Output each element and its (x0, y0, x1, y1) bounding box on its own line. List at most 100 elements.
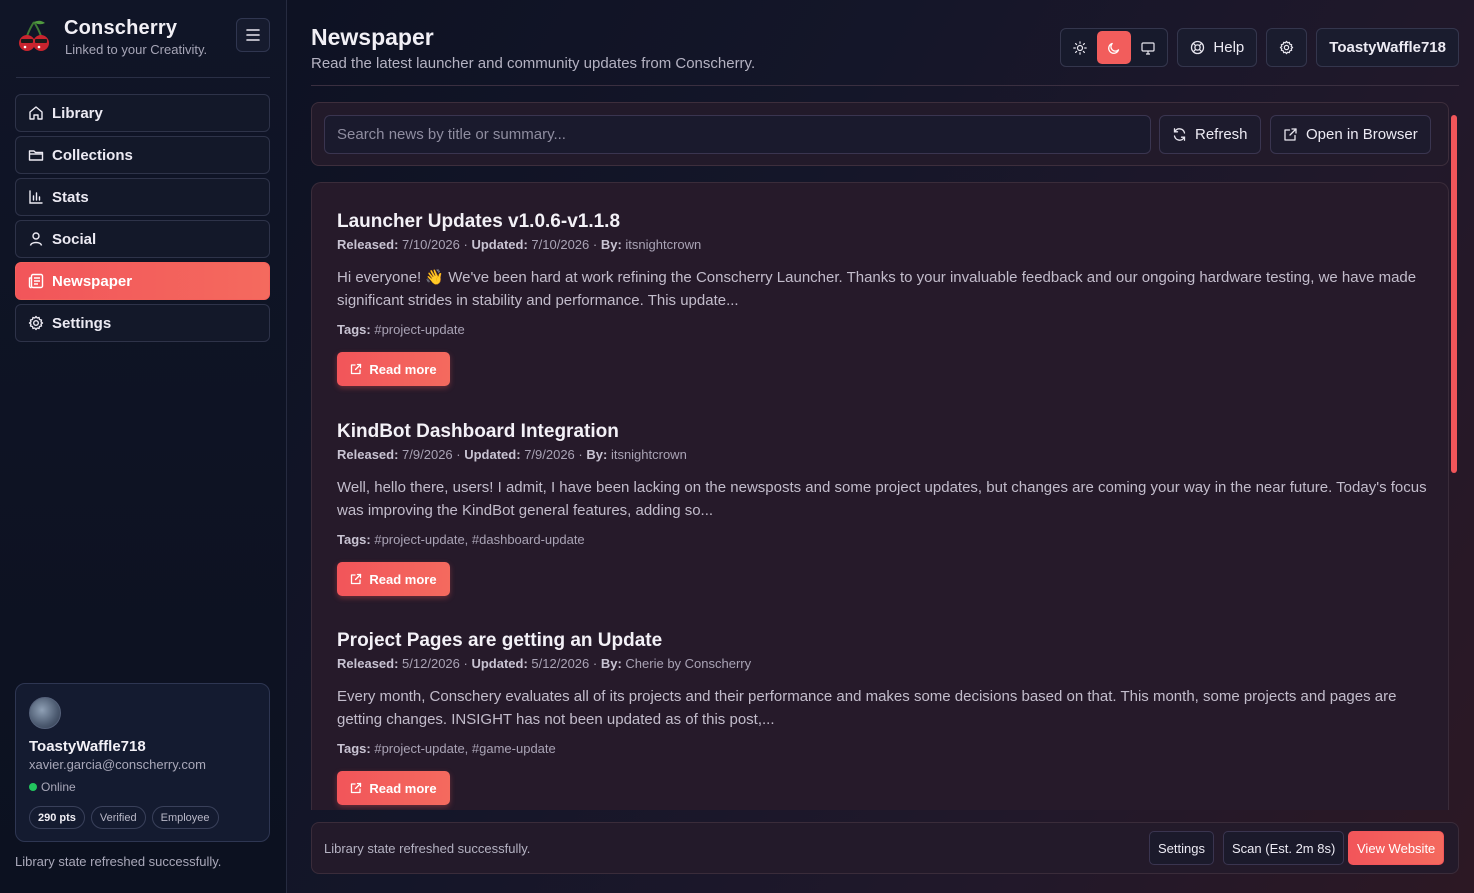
online-dot-icon (29, 783, 37, 791)
read-more-button[interactable]: Read more (337, 352, 450, 386)
read-more-label: Read more (369, 571, 437, 587)
refresh-icon (1173, 128, 1186, 141)
read-more-label: Read more (369, 361, 437, 377)
news-list: Launcher Updates v1.0.6-v1.1.8 Released:… (311, 182, 1449, 810)
updated-date: 7/10/2026 (531, 237, 590, 252)
settings-gear-button[interactable] (1266, 28, 1308, 67)
sidebar-item-newspaper[interactable]: Newspaper (15, 262, 270, 300)
released-date: 7/10/2026 (402, 237, 460, 252)
tags-value: #project-update (374, 322, 465, 337)
article-tags: Tags: #project-update (337, 322, 1427, 337)
help-button[interactable]: Help (1177, 28, 1258, 67)
user-menu-button[interactable]: ToastyWaffle718 (1316, 28, 1459, 67)
news-article: Project Pages are getting an Update Rele… (337, 630, 1427, 805)
employee-badge: Employee (151, 806, 219, 829)
article-title: Launcher Updates v1.0.6-v1.1.8 (337, 211, 621, 232)
read-more-button[interactable]: Read more (337, 562, 450, 596)
news-article: Launcher Updates v1.0.6-v1.1.8 Released:… (337, 211, 1427, 386)
status-message: Library state refreshed successfully. (324, 841, 531, 856)
newspaper-icon (28, 273, 44, 289)
sidebar-status-text: Library state refreshed successfully. (15, 854, 222, 869)
updated-date: 7/9/2026 (524, 447, 575, 462)
author: itsnightcrown (625, 237, 702, 252)
updated-label: Updated: (464, 447, 521, 462)
system-theme-button[interactable] (1131, 31, 1165, 64)
sidebar-item-label: Social (52, 230, 97, 248)
hamburger-icon (246, 29, 260, 41)
gear-icon (1280, 40, 1294, 55)
by-label: By: (586, 447, 608, 462)
author: Cherie by Conscherry (625, 656, 752, 671)
dark-theme-button[interactable] (1097, 31, 1132, 64)
sun-icon (1073, 40, 1088, 55)
header-divider (311, 85, 1459, 86)
bottom-settings-button[interactable]: Settings (1149, 831, 1214, 865)
updated-label: Updated: (471, 237, 528, 252)
external-link-icon (351, 363, 362, 375)
user-icon (29, 232, 43, 246)
tags-label: Tags: (337, 741, 371, 756)
released-date: 5/12/2026 (402, 656, 460, 671)
moon-icon (1108, 42, 1120, 54)
brand: Conscherry Linked to your Creativity. (16, 14, 272, 62)
tags-label: Tags: (337, 322, 371, 337)
sidebar-item-label: Library (52, 104, 103, 122)
user-badges: 290 pts Verified Employee (29, 806, 219, 829)
released-label: Released: (337, 447, 399, 462)
article-summary: Every month, Conschery evaluates all of … (337, 688, 1397, 728)
article-tags: Tags: #project-update, #game-update (337, 741, 1427, 756)
refresh-button[interactable]: Refresh (1159, 115, 1261, 154)
refresh-label: Refresh (1195, 126, 1248, 143)
sidebar-item-collections[interactable]: Collections (15, 136, 270, 174)
news-scrollbar[interactable] (1450, 103, 1458, 810)
avatar[interactable] (29, 697, 61, 729)
sidebar-item-stats[interactable]: Stats (15, 178, 270, 216)
bar-chart-icon (29, 190, 43, 204)
top-controls: Help ToastyWaffle718 (1060, 28, 1459, 67)
search-panel: Refresh Open in Browser (311, 102, 1449, 166)
sidebar-item-label: Stats (52, 188, 89, 206)
open-in-browser-button[interactable]: Open in Browser (1270, 115, 1431, 154)
article-summary: Well, hello there, users! I admit, I hav… (337, 479, 1427, 519)
article-meta: Released: 5/12/2026 · Updated: 5/12/2026… (337, 656, 752, 671)
points-badge: 290 pts (29, 806, 85, 829)
help-label: Help (1213, 39, 1245, 56)
user-email: xavier.garcia@conscherry.com (29, 757, 206, 772)
lifebuoy-icon (1191, 40, 1205, 55)
news-search-input[interactable] (324, 115, 1151, 154)
sidebar-item-label: Newspaper (52, 272, 133, 290)
light-theme-button[interactable] (1063, 31, 1097, 64)
released-date: 7/9/2026 (402, 447, 453, 462)
user-name: ToastyWaffle718 (29, 738, 146, 755)
view-website-button[interactable]: View Website (1348, 831, 1445, 865)
bottom-status-bar: Library state refreshed successfully. Se… (311, 822, 1459, 874)
article-tags: Tags: #project-update, #dashboard-update (337, 532, 1427, 547)
gear-icon (28, 315, 44, 331)
sidebar-item-settings[interactable]: Settings (15, 304, 270, 342)
updated-date: 5/12/2026 (531, 656, 590, 671)
read-more-button[interactable]: Read more (337, 771, 450, 805)
article-meta: Released: 7/10/2026 · Updated: 7/10/2026… (337, 237, 702, 252)
home-icon (29, 106, 43, 120)
article-meta: Released: 7/9/2026 · Updated: 7/9/2026 ·… (337, 447, 687, 462)
brand-tagline: Linked to your Creativity. (65, 42, 208, 57)
by-label: By: (600, 237, 622, 252)
released-label: Released: (337, 656, 399, 671)
user-card: ToastyWaffle718 xavier.garcia@conscherry… (15, 683, 270, 842)
scan-button[interactable]: Scan (Est. 2m 8s) (1223, 831, 1345, 865)
sidebar-divider (16, 77, 270, 78)
monitor-icon (1141, 41, 1156, 55)
read-more-label: Read more (369, 780, 437, 796)
sidebar-item-library[interactable]: Library (15, 94, 270, 132)
author: itsnightcrown (610, 447, 687, 462)
folder-icon (28, 150, 44, 161)
sidebar-item-label: Settings (52, 314, 112, 332)
sidebar-nav: Library Collections Stats Social Newspap… (15, 94, 270, 346)
menu-toggle-button[interactable] (236, 18, 270, 52)
verified-badge: Verified (90, 806, 146, 829)
scrollbar-thumb[interactable] (1451, 115, 1457, 473)
sidebar-item-social[interactable]: Social (15, 220, 270, 258)
theme-switcher (1060, 28, 1169, 67)
open-in-browser-label: Open in Browser (1306, 126, 1418, 143)
external-link-icon (351, 782, 362, 794)
